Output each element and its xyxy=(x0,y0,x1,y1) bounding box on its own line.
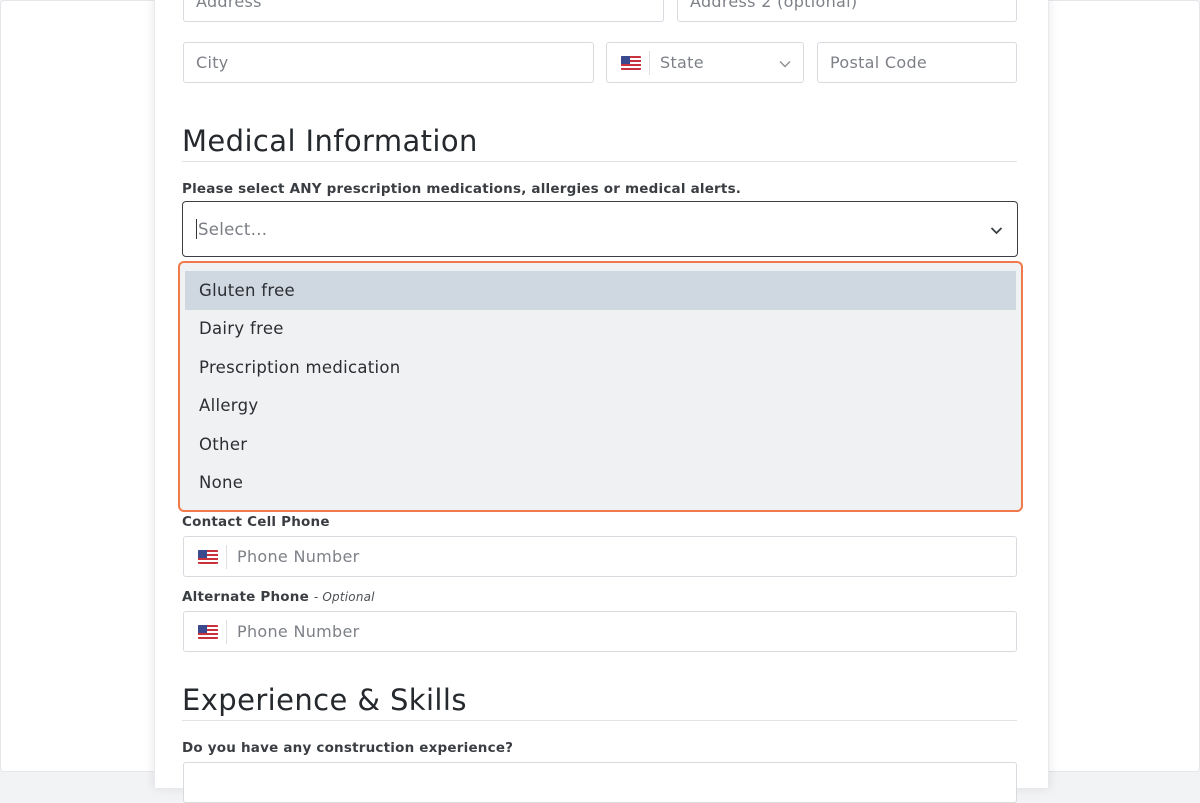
medical-select[interactable]: Select... xyxy=(182,201,1018,257)
options-list: Gluten free Dairy free Prescription medi… xyxy=(185,271,1016,502)
flag-divider xyxy=(226,619,227,644)
option-dairy-free[interactable]: Dairy free xyxy=(185,310,1016,349)
option-none[interactable]: None xyxy=(185,464,1016,503)
flag-divider xyxy=(226,544,227,569)
city-placeholder: City xyxy=(196,53,229,72)
option-prescription-medication[interactable]: Prescription medication xyxy=(185,348,1016,387)
construction-question: Do you have any construction experience? xyxy=(182,740,514,756)
address-placeholder: Address xyxy=(196,0,262,11)
alternate-phone-field[interactable]: Phone Number xyxy=(183,611,1017,652)
postal-code-field[interactable]: Postal Code xyxy=(817,42,1017,83)
medical-divider xyxy=(182,161,1017,162)
medical-question: Please select ANY prescription medicatio… xyxy=(182,181,742,197)
flag-divider xyxy=(649,50,650,75)
city-field[interactable]: City xyxy=(183,42,594,83)
option-other[interactable]: Other xyxy=(185,425,1016,464)
text-caret xyxy=(196,219,197,239)
construction-experience-field[interactable] xyxy=(183,762,1017,803)
medical-heading: Medical Information xyxy=(182,124,478,158)
alternate-phone-label: Alternate Phone - Optional xyxy=(182,589,375,605)
option-allergy[interactable]: Allergy xyxy=(185,387,1016,426)
alternate-phone-label-text: Alternate Phone xyxy=(182,589,309,605)
chevron-down-icon xyxy=(779,53,791,72)
medical-options-dropdown: Gluten free Dairy free Prescription medi… xyxy=(178,261,1023,512)
select-placeholder: Select... xyxy=(198,219,268,239)
cell-phone-field[interactable]: Phone Number xyxy=(183,536,1017,577)
address2-field[interactable]: Address 2 (optional) xyxy=(677,0,1017,22)
experience-heading: Experience & Skills xyxy=(182,683,467,717)
alternate-phone-placeholder: Phone Number xyxy=(237,622,360,641)
chevron-down-icon[interactable] xyxy=(990,220,1003,239)
optional-tag: - Optional xyxy=(313,590,375,604)
us-flag-icon xyxy=(621,55,641,70)
address-field[interactable]: Address xyxy=(183,0,664,22)
postal-placeholder: Postal Code xyxy=(830,53,928,72)
state-select[interactable]: State xyxy=(606,42,804,83)
cell-phone-placeholder: Phone Number xyxy=(237,547,360,566)
us-flag-icon xyxy=(198,549,218,564)
address2-placeholder: Address 2 (optional) xyxy=(690,0,858,11)
us-flag-icon xyxy=(198,624,218,639)
state-placeholder: State xyxy=(660,53,704,72)
cell-phone-label: Contact Cell Phone xyxy=(182,514,330,530)
option-gluten-free[interactable]: Gluten free xyxy=(185,271,1016,310)
experience-divider xyxy=(182,720,1017,721)
